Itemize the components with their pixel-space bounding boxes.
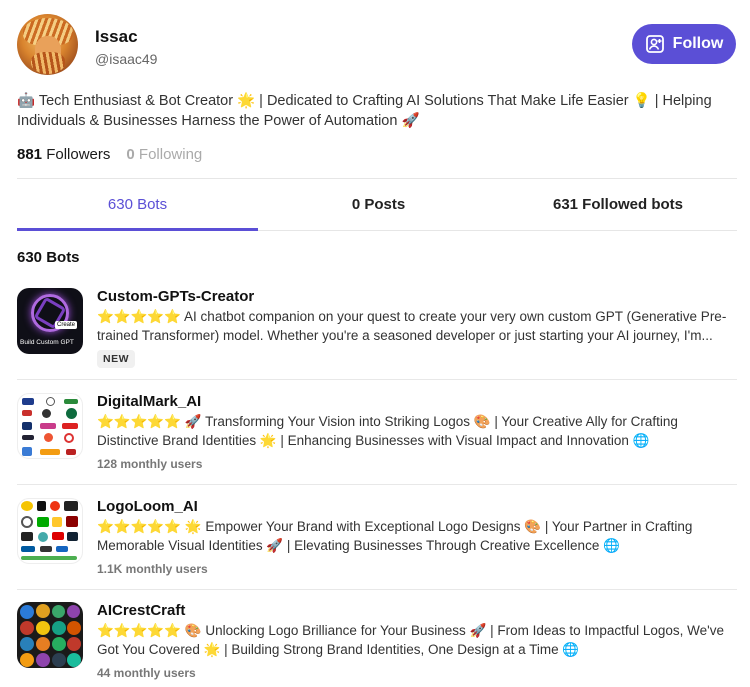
- bot-thumbnail: [17, 393, 83, 459]
- bot-thumbnail: [17, 602, 83, 668]
- following-label: Following: [138, 146, 203, 163]
- bot-title[interactable]: LogoLoom_AI: [97, 498, 198, 515]
- profile-stats: 881 Followers 0 Following: [17, 146, 202, 163]
- profile-header: Issac @isaac49 Follow: [17, 14, 737, 76]
- bot-title[interactable]: Custom-GPTs-Creator: [97, 288, 254, 305]
- profile-handle: @isaac49: [95, 51, 158, 67]
- bot-title[interactable]: DigitalMark_AI: [97, 393, 201, 410]
- profile-tabs: 630 Bots 0 Posts 631 Followed bots: [17, 178, 737, 231]
- divider: [17, 484, 737, 485]
- bot-description: ⭐⭐⭐⭐⭐ 🚀 Transforming Your Vision into St…: [97, 414, 678, 448]
- profile-bio: 🤖 Tech Enthusiast & Bot Creator 🌟 | Dedi…: [17, 93, 712, 129]
- bot-description: ⭐⭐⭐⭐⭐ 🌟 Empower Your Brand with Exceptio…: [97, 519, 693, 553]
- bot-card[interactable]: LogoLoom_AI ⭐⭐⭐⭐⭐ 🌟 Empower Your Brand w…: [17, 498, 737, 578]
- follow-label: Follow: [672, 35, 724, 52]
- profile-name: Issac: [95, 27, 138, 46]
- tab-posts[interactable]: 0 Posts: [258, 179, 499, 230]
- bot-description: ⭐⭐⭐⭐⭐ AI chatbot companion on your quest…: [97, 309, 727, 343]
- avatar[interactable]: [17, 14, 78, 75]
- section-title: 630 Bots: [17, 249, 80, 266]
- monthly-users: 128 monthly users: [97, 457, 203, 471]
- divider: [17, 589, 737, 590]
- tab-followed-bots[interactable]: 631 Followed bots: [499, 179, 737, 230]
- bot-description: ⭐⭐⭐⭐⭐ 🎨 Unlocking Logo Brilliance for Yo…: [97, 623, 725, 657]
- bot-thumbnail: [17, 498, 83, 564]
- following-stat[interactable]: 0 Following: [126, 146, 202, 163]
- follow-button[interactable]: Follow: [632, 24, 736, 64]
- following-count: 0: [126, 146, 135, 163]
- add-user-icon: [645, 35, 664, 53]
- bot-card[interactable]: Create Build Custom GPT Custom-GPTs-Crea…: [17, 288, 737, 368]
- thumb-caption: Build Custom GPT: [20, 339, 74, 346]
- bot-card[interactable]: DigitalMark_AI ⭐⭐⭐⭐⭐ 🚀 Transforming Your…: [17, 393, 737, 473]
- thumb-create-label: Create: [55, 321, 78, 329]
- followers-stat[interactable]: 881 Followers: [17, 146, 110, 163]
- new-badge: NEW: [97, 350, 135, 368]
- followers-count: 881: [17, 146, 43, 163]
- monthly-users: 44 monthly users: [97, 666, 196, 680]
- bot-title[interactable]: AICrestCraft: [97, 602, 185, 619]
- bot-card[interactable]: AICrestCraft ⭐⭐⭐⭐⭐ 🎨 Unlocking Logo Bril…: [17, 602, 737, 682]
- monthly-users: 1.1K monthly users: [97, 562, 208, 576]
- tab-bots[interactable]: 630 Bots: [17, 179, 258, 231]
- bot-thumbnail: Create Build Custom GPT: [17, 288, 83, 354]
- followers-label: Followers: [46, 146, 111, 163]
- divider: [17, 379, 737, 380]
